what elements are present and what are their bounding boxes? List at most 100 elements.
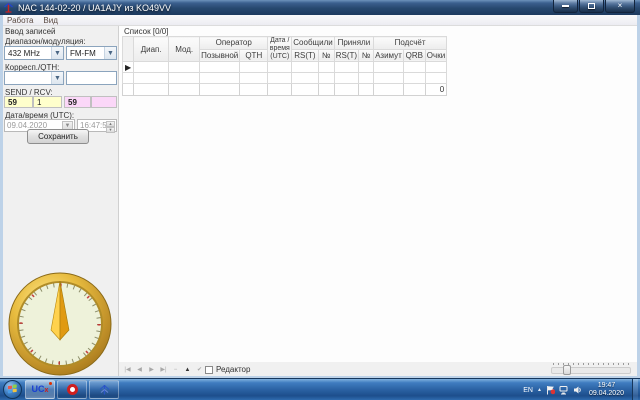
mode-value: FM-FM: [70, 48, 96, 58]
grid-total-row: 0: [121, 83, 448, 97]
bottom-strip: |◀ ◀ ▶ ▶| − ▲ ✔ Редактор: [118, 362, 637, 376]
panel-caption: Ввод записей: [5, 27, 56, 36]
col-rcvd-nr: №: [358, 48, 375, 63]
editor-toggle[interactable]: Редактор: [205, 365, 250, 374]
editor-checkbox[interactable]: [205, 365, 213, 374]
col-received-group: Приняли: [333, 36, 375, 50]
col-qth: QTH: [239, 48, 269, 63]
total-points: 0: [424, 83, 448, 97]
col-operator-group: Оператор: [199, 36, 269, 50]
grid-empty-body: [121, 72, 448, 85]
maximize-icon: [588, 3, 595, 9]
spin-down-icon[interactable]: ▼: [106, 127, 115, 133]
tray-clock[interactable]: 19:47 09.04.2020: [587, 382, 626, 399]
titlebar: NAC 144-02-20 / UA1AJY из KO49VV ×: [0, 0, 640, 15]
col-rcvd-rst: RS(T): [333, 48, 360, 63]
nav-last-button[interactable]: ▶|: [158, 365, 169, 375]
window-title: NAC 144-02-20 / UA1AJY из KO49VV: [18, 2, 172, 13]
col-sent-rst: RS(T): [291, 48, 319, 63]
nav-first-button[interactable]: |◀: [122, 365, 133, 375]
col-sent-nr: №: [317, 48, 335, 63]
col-mode: Мод.: [168, 35, 201, 63]
minimize-button[interactable]: [553, 0, 578, 13]
speaker-icon[interactable]: [573, 385, 583, 395]
list-area: Список [0/0] Диап. Мод. Оператор Дата / …: [118, 26, 637, 362]
col-azimuth: Азимут: [373, 48, 404, 63]
grid-header-groups: Диап. Мод. Оператор Дата / время (UTC) С…: [121, 35, 448, 63]
menu-work[interactable]: Работа: [7, 16, 33, 25]
selector-header: [121, 35, 135, 63]
editor-label: Редактор: [216, 365, 251, 374]
grid-current-row: ▶: [121, 61, 448, 74]
col-callsign: Позывной: [199, 48, 241, 63]
cell-sent-rst[interactable]: [291, 61, 319, 74]
chevron-down-icon[interactable]: ▼: [51, 47, 63, 59]
antenna-icon: [4, 3, 13, 13]
cell-band[interactable]: [133, 61, 170, 74]
menubar: Работа Вид: [3, 15, 637, 26]
rcv-rst-field[interactable]: 59: [64, 96, 91, 108]
send-nr-value: 1: [37, 97, 42, 107]
cell-mode[interactable]: [168, 61, 201, 74]
nav-edit-button[interactable]: ✔: [194, 365, 205, 375]
list-caption: Список [0/0]: [124, 27, 169, 36]
menu-view[interactable]: Вид: [43, 16, 57, 25]
rcv-nr-field[interactable]: [91, 96, 117, 108]
minimize-icon: [562, 5, 569, 7]
chevron-down-icon[interactable]: ▼: [51, 72, 63, 84]
cell-rcvd-rst[interactable]: [333, 61, 360, 74]
send-nr-field[interactable]: 1: [33, 96, 62, 108]
nav-insert-button[interactable]: ▲: [182, 365, 193, 375]
compass-widget: [8, 272, 112, 376]
col-sent-group: Сообщили: [291, 36, 335, 50]
rcv-rst-value: 59: [68, 97, 77, 107]
nav-next-button[interactable]: ▶: [146, 365, 157, 375]
mode-select[interactable]: FM-FM ▼: [66, 46, 117, 60]
opera-logo: [66, 384, 78, 395]
trackbar-slider[interactable]: [551, 363, 631, 375]
close-icon: ×: [617, 1, 623, 10]
band-select[interactable]: 432 MHz ▼: [4, 46, 64, 60]
callsign-combo[interactable]: ▼: [4, 71, 64, 85]
slider-thumb[interactable]: [563, 365, 571, 375]
show-desktop-button[interactable]: [632, 379, 638, 400]
nav-delete-button[interactable]: −: [170, 365, 181, 375]
taskbar-app-ucx[interactable]: UCx: [25, 380, 55, 399]
cell-points[interactable]: [424, 61, 448, 74]
col-datetime: Дата / время (UTC): [267, 35, 293, 63]
language-indicator[interactable]: EN: [523, 387, 533, 394]
col-band: Диап.: [133, 35, 170, 63]
cell-callsign[interactable]: [199, 61, 241, 74]
network-icon[interactable]: [559, 385, 569, 395]
ucx-logo: UCx: [32, 382, 53, 394]
taskbar-app-opera[interactable]: [57, 380, 87, 399]
col-points: Очки: [424, 48, 448, 63]
chevron-down-icon[interactable]: ▼: [104, 47, 116, 59]
start-button[interactable]: [3, 380, 22, 399]
band-value: 432 MHz: [8, 48, 41, 58]
cell-qth[interactable]: [239, 61, 269, 74]
cell-rcvd-nr[interactable]: [358, 61, 375, 74]
save-button[interactable]: Сохранить: [27, 129, 89, 144]
current-row-marker: ▶: [121, 61, 135, 74]
hidden-icons-button[interactable]: ▲: [537, 387, 542, 393]
col-qrb: QRB: [402, 48, 426, 63]
nav-prior-button[interactable]: ◀: [134, 365, 145, 375]
cell-azimuth[interactable]: [373, 61, 404, 74]
window-body: Работа Вид Ввод записей Диапазон/модуляц…: [0, 15, 640, 378]
taskbar-app-logger[interactable]: [89, 380, 119, 399]
cell-datetime[interactable]: [267, 61, 293, 74]
qth-input[interactable]: [66, 71, 117, 85]
send-rst-field[interactable]: 59: [4, 96, 33, 108]
screen: NAC 144-02-20 / UA1AJY из KO49VV × Работ…: [0, 0, 640, 400]
antenna-icon: [99, 385, 109, 395]
spinner-buttons[interactable]: ▲ ▼: [106, 121, 115, 133]
close-button[interactable]: ×: [605, 0, 635, 13]
action-center-flag-icon[interactable]: [546, 385, 555, 395]
taskbar: UCx EN ▲ 19:47 09.04.2020: [0, 378, 640, 400]
cell-qrb[interactable]: [402, 61, 426, 74]
send-rst-value: 59: [8, 97, 17, 107]
tray-date: 09.04.2020: [588, 390, 624, 397]
cell-sent-nr[interactable]: [317, 61, 335, 74]
maximize-button[interactable]: [579, 0, 604, 13]
